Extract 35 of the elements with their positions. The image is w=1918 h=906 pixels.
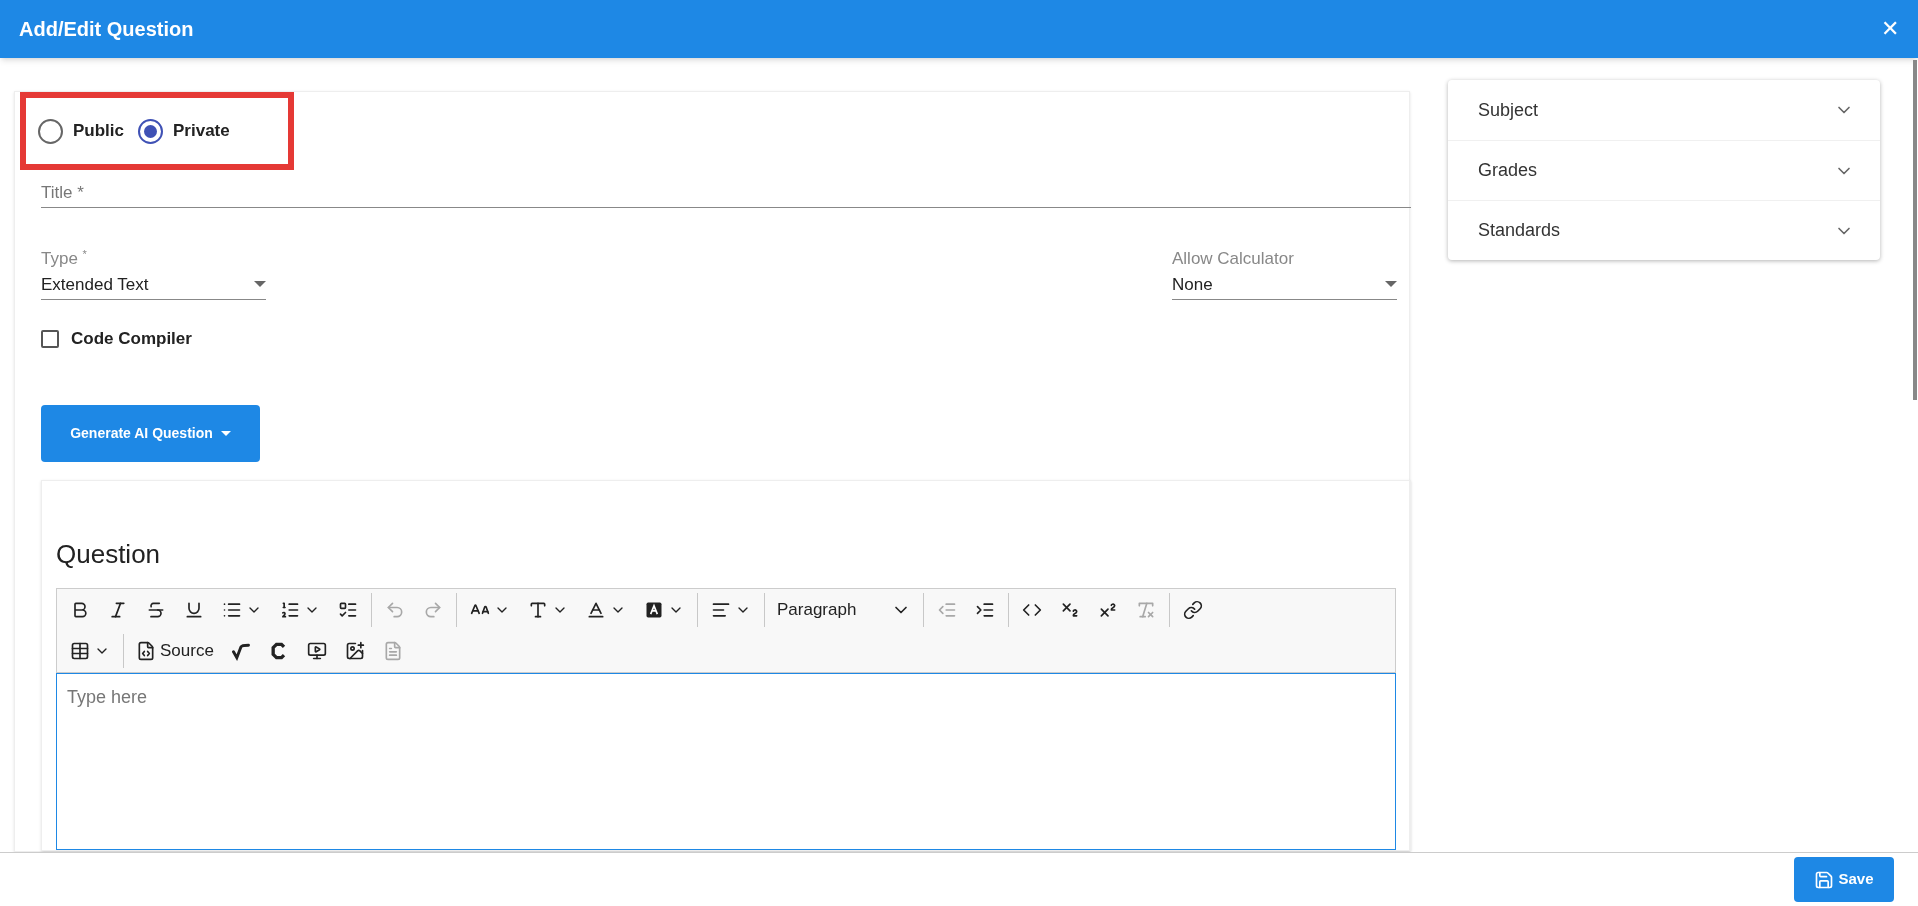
visibility-radio[interactable]: Private [138, 118, 230, 144]
calculator-select[interactable]: Allow Calculator None [1172, 246, 1397, 300]
dropdown-arrow-icon [1385, 281, 1397, 288]
caret-icon [220, 430, 231, 436]
required-mark: * [82, 248, 87, 260]
code-compiler-checkbox[interactable] [41, 329, 59, 348]
dropdown-arrow-icon [254, 281, 266, 288]
title-field[interactable]: Title * [41, 178, 1411, 208]
save-icon [1814, 869, 1835, 890]
italic-icon [108, 599, 128, 620]
visibility-radio[interactable]: Public [38, 118, 124, 144]
source-icon [136, 640, 156, 661]
undo-icon [385, 599, 405, 620]
media-icon [306, 640, 327, 661]
calculator-label: Allow Calculator [1172, 248, 1295, 270]
image-add-icon [344, 640, 365, 661]
type-value: Extended Text [41, 273, 149, 296]
paragraph-dropdown[interactable]: Paragraph [769, 591, 919, 628]
table-icon [70, 640, 90, 661]
link-icon [1183, 599, 1203, 620]
question-heading: Question [56, 537, 162, 571]
calculator-value: None [1172, 273, 1213, 296]
source-button[interactable]: Source [128, 632, 222, 669]
type-label: Type [41, 249, 78, 268]
question-editor[interactable]: Type here [56, 672, 1396, 850]
window-title: Add/Edit Question [19, 17, 194, 42]
generate-ai-question-button[interactable]: Generate AI Question [41, 404, 260, 462]
code-compiler-label: Code Compiler [71, 328, 192, 350]
close-button[interactable]: ✕ [1881, 18, 1899, 40]
filter-accordion[interactable]: Subject [1448, 80, 1880, 140]
filter-accordion[interactable]: Standards [1448, 200, 1880, 260]
type-select[interactable]: Type * Extended Text [41, 246, 266, 300]
filter-accordion[interactable]: Grades [1448, 140, 1880, 200]
save-button[interactable]: Save [1794, 857, 1894, 902]
redo-icon [423, 599, 443, 620]
